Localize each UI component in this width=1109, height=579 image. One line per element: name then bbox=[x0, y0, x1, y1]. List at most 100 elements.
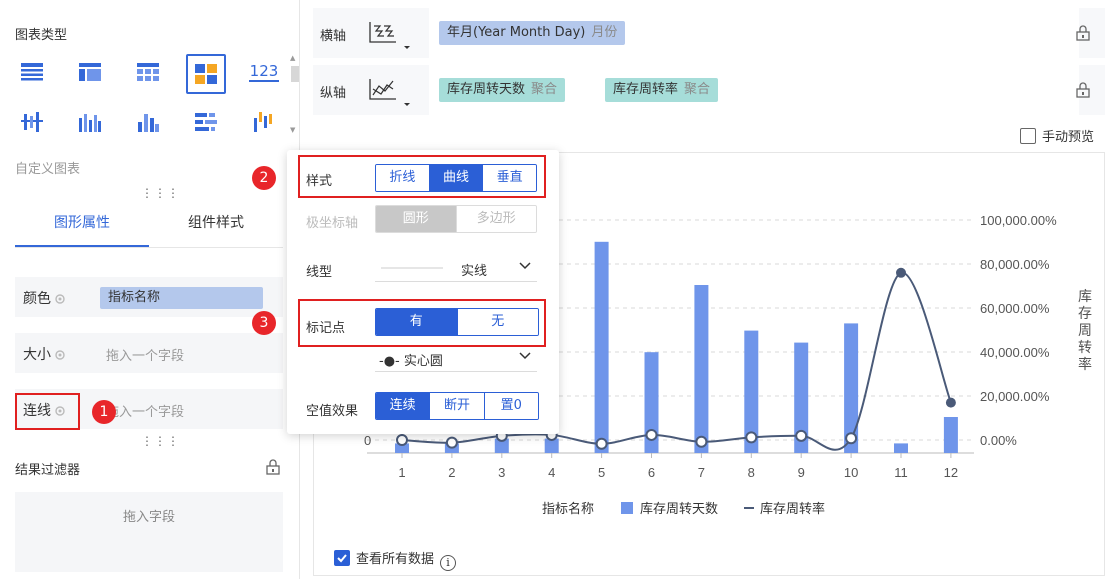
null-option-zero[interactable]: 置0 bbox=[483, 393, 538, 419]
x-axis-label: 横轴 bbox=[320, 29, 347, 44]
y-axis-label: 纵轴 bbox=[320, 86, 347, 101]
check-icon bbox=[337, 554, 347, 563]
x-tick-label: 5 bbox=[598, 465, 605, 480]
kpi-number-icon[interactable]: 123 bbox=[244, 52, 284, 92]
detail-table-icon[interactable] bbox=[128, 52, 168, 92]
range-column-icon[interactable] bbox=[244, 102, 284, 142]
gear-icon bbox=[55, 294, 65, 304]
y-axis-row: 纵轴 库存周转天数 聚合 库存周转率 聚合 bbox=[313, 65, 1105, 115]
bar-12 bbox=[943, 417, 958, 453]
table-grid-icon[interactable] bbox=[12, 52, 52, 92]
view-all-data-toggle[interactable]: 查看所有数据 i bbox=[334, 548, 457, 571]
view-all-checkbox[interactable] bbox=[334, 550, 350, 566]
pivot-table-icon[interactable] bbox=[70, 52, 110, 92]
filter-drop-zone[interactable]: 拖入字段 bbox=[15, 492, 283, 572]
polar-option-polygon: 多边形 bbox=[455, 206, 536, 232]
x-tick-label: 6 bbox=[648, 465, 655, 480]
lock-icon[interactable] bbox=[1075, 82, 1091, 98]
right-tick-label: 20,000.00% bbox=[980, 389, 1050, 404]
legend-title: 指标名称 bbox=[542, 501, 594, 517]
color-field-pill[interactable]: 指标名称 bbox=[100, 287, 263, 309]
x-axis-field-pill[interactable]: 年月(Year Month Day) 月份 bbox=[439, 21, 626, 45]
null-effect-label: 空值效果 bbox=[306, 404, 359, 419]
x-tick-label: 9 bbox=[798, 465, 805, 480]
legend-swatch-bar bbox=[621, 502, 633, 514]
solid-line-icon bbox=[381, 267, 443, 269]
size-property-row[interactable]: 大小 拖入一个字段 bbox=[15, 333, 283, 373]
lock-icon[interactable] bbox=[1075, 25, 1091, 41]
y-axis-field-pill-2[interactable]: 库存周转率 聚合 bbox=[605, 78, 719, 102]
horizontal-bar-icon[interactable] bbox=[186, 102, 226, 142]
manual-preview-toggle[interactable]: 手动预览 bbox=[1020, 126, 1094, 145]
line-type-select[interactable]: 实线 bbox=[375, 254, 537, 282]
y-axis-type-icon[interactable] bbox=[366, 77, 412, 107]
line-marker-1 bbox=[396, 434, 408, 446]
chevron-down-icon bbox=[519, 352, 531, 360]
x-tick-label: 3 bbox=[498, 465, 505, 480]
x-tick-label: 2 bbox=[448, 465, 455, 480]
property-tabs: 图形属性 组件样式 bbox=[15, 200, 283, 248]
right-tick-label: 100,000.00% bbox=[980, 213, 1057, 228]
line-type-label: 线型 bbox=[306, 265, 333, 280]
color-property-row[interactable]: 颜色 指标名称 bbox=[15, 277, 283, 317]
line-marker-7 bbox=[695, 435, 708, 448]
x-tick-label: 12 bbox=[944, 465, 958, 480]
tab-component-style[interactable]: 组件样式 bbox=[149, 200, 283, 247]
y-axis-drop-zone[interactable]: 库存周转天数 聚合 库存周转率 聚合 bbox=[429, 65, 1079, 115]
right-tick-label: 80,000.00% bbox=[980, 257, 1050, 272]
legend-item-bar: 库存周转天数 bbox=[640, 501, 718, 517]
line-marker-11 bbox=[896, 267, 906, 278]
chevron-down-icon bbox=[519, 262, 531, 270]
right-tick-label: 0.00% bbox=[980, 433, 1017, 448]
result-filter-title: 结果过滤器 bbox=[15, 463, 81, 478]
highlight-box-line bbox=[15, 393, 80, 430]
info-icon[interactable]: i bbox=[440, 555, 457, 571]
custom-chart-icon[interactable] bbox=[186, 54, 226, 94]
x-tick-label: 11 bbox=[894, 465, 908, 480]
x-tick-label: 10 bbox=[844, 465, 858, 480]
line-marker-9 bbox=[795, 429, 808, 442]
line-marker-5 bbox=[595, 437, 608, 450]
gear-icon bbox=[55, 350, 65, 360]
null-option-continuous[interactable]: 连续 bbox=[376, 393, 430, 419]
bar-chart-icon[interactable] bbox=[128, 102, 168, 142]
chart-type-scrollbar[interactable]: ▲ ▼ bbox=[288, 54, 300, 138]
bar-5 bbox=[594, 241, 609, 453]
bar-7 bbox=[694, 285, 709, 453]
x-tick-label: 4 bbox=[548, 465, 555, 480]
x-tick-label: 8 bbox=[748, 465, 755, 480]
highlight-box-marker bbox=[298, 299, 546, 347]
resize-handle-icon[interactable]: ⋮⋮⋮ bbox=[141, 187, 180, 199]
scroll-down-icon[interactable]: ▼ bbox=[290, 126, 295, 134]
grouped-column-icon[interactable] bbox=[12, 102, 52, 142]
line-marker-10 bbox=[845, 432, 858, 445]
y-axis-field-pill-1[interactable]: 库存周转天数 聚合 bbox=[439, 78, 566, 102]
x-axis-drop-zone[interactable]: 年月(Year Month Day) 月份 bbox=[429, 8, 1079, 58]
size-label: 大小 bbox=[23, 344, 66, 364]
highlight-box-style bbox=[298, 155, 546, 198]
x-axis-row: 横轴 年月(Year Month Day) 月份 bbox=[313, 8, 1105, 58]
column-chart-icon[interactable] bbox=[70, 102, 110, 142]
step-badge-3: 3 bbox=[252, 311, 276, 335]
manual-preview-checkbox[interactable] bbox=[1020, 128, 1036, 144]
polar-option-circle: 圆形 bbox=[376, 206, 456, 232]
polar-axis-segment: 圆形 多边形 bbox=[375, 205, 537, 233]
polar-axis-label: 极坐标轴 bbox=[306, 216, 359, 231]
scroll-up-icon[interactable]: ▲ bbox=[290, 54, 295, 62]
custom-chart-label: 自定义图表 bbox=[15, 162, 81, 177]
resize-handle-icon[interactable]: ⋮⋮⋮ bbox=[141, 435, 180, 447]
line-drop-placeholder[interactable]: 拖入一个字段 bbox=[106, 401, 184, 420]
left-zero-label: 0 bbox=[364, 433, 371, 448]
lock-icon[interactable] bbox=[265, 459, 281, 475]
line-marker-6 bbox=[645, 428, 658, 441]
line-marker-2 bbox=[445, 436, 458, 449]
marker-shape-select[interactable]: -●- 实心圆 bbox=[375, 344, 537, 372]
scroll-thumb[interactable] bbox=[291, 66, 299, 82]
size-drop-placeholder[interactable]: 拖入一个字段 bbox=[106, 345, 184, 364]
x-axis-type-icon[interactable] bbox=[366, 20, 412, 50]
step-badge-2: 2 bbox=[252, 166, 276, 190]
x-tick-label: 7 bbox=[698, 465, 705, 480]
x-tick-label: 1 bbox=[398, 465, 405, 480]
tab-graphic-properties[interactable]: 图形属性 bbox=[15, 200, 149, 247]
null-option-break[interactable]: 断开 bbox=[429, 393, 484, 419]
